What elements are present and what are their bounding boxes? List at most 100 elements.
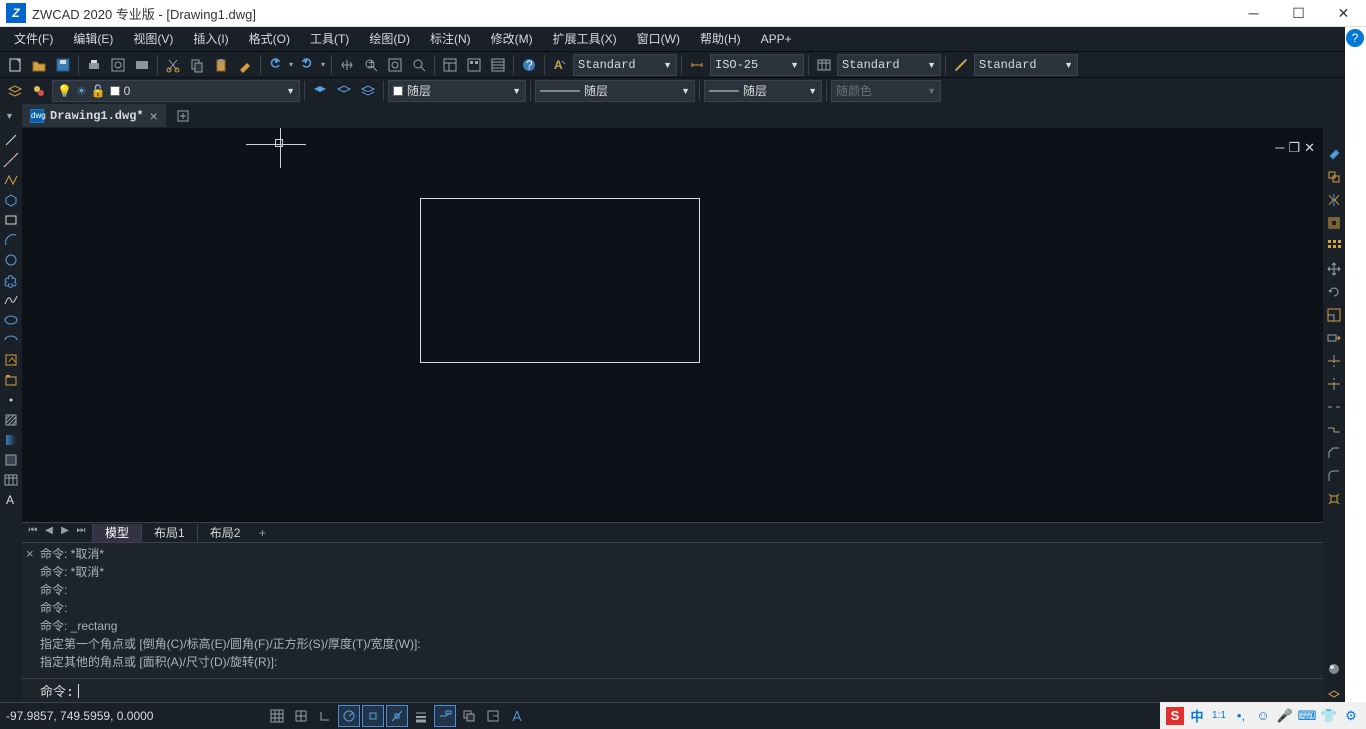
dyn-button[interactable] bbox=[434, 705, 456, 727]
ellipse-button[interactable] bbox=[0, 310, 22, 330]
pin-icon[interactable]: ▼ bbox=[5, 111, 14, 121]
fillet-button[interactable] bbox=[1323, 466, 1345, 486]
revcloud-button[interactable] bbox=[0, 270, 22, 290]
redo-button[interactable]: ▾ bbox=[297, 54, 327, 76]
mlstyle-button[interactable] bbox=[950, 54, 972, 76]
mic-icon[interactable]: 🎤 bbox=[1276, 707, 1294, 725]
model-button[interactable] bbox=[482, 705, 504, 727]
add-layout-button[interactable]: + bbox=[252, 526, 272, 540]
extend-button[interactable] bbox=[1323, 374, 1345, 394]
cycle-button[interactable] bbox=[458, 705, 480, 727]
tool-palette-button[interactable] bbox=[487, 54, 509, 76]
menu-format[interactable]: 格式(O) bbox=[239, 28, 300, 50]
menu-dim[interactable]: 标注(N) bbox=[420, 28, 481, 50]
tab-layout2[interactable]: 布局2 bbox=[197, 524, 253, 542]
circle-button[interactable] bbox=[0, 250, 22, 270]
trim-button[interactable] bbox=[1323, 351, 1345, 371]
mirror-button[interactable] bbox=[1323, 190, 1345, 210]
pan-button[interactable] bbox=[336, 54, 358, 76]
coordinates[interactable]: -97.9857, 749.5959, 0.0000 bbox=[6, 709, 266, 723]
grid-button[interactable] bbox=[290, 705, 312, 727]
copy-obj-button[interactable] bbox=[1323, 167, 1345, 187]
offset-button[interactable] bbox=[1323, 213, 1345, 233]
table-button[interactable] bbox=[0, 470, 22, 490]
doc-restore-button[interactable]: ❐ bbox=[1288, 140, 1300, 156]
textstyle-dropdown[interactable]: Standard▼ bbox=[573, 54, 677, 76]
menu-insert[interactable]: 插入(I) bbox=[183, 28, 238, 50]
maximize-button[interactable]: ☐ bbox=[1276, 0, 1321, 26]
menu-modify[interactable]: 修改(M) bbox=[481, 28, 543, 50]
pline-button[interactable] bbox=[0, 170, 22, 190]
menu-ext[interactable]: 扩展工具(X) bbox=[543, 28, 627, 50]
menu-tools[interactable]: 工具(T) bbox=[300, 28, 359, 50]
drawing-canvas[interactable]: ─ ❐ ✕ bbox=[22, 128, 1323, 522]
rectangle-entity[interactable] bbox=[420, 198, 700, 363]
break-button[interactable] bbox=[1323, 397, 1345, 417]
minimize-button[interactable]: ─ bbox=[1231, 0, 1276, 26]
lineweight-dropdown[interactable]: 随层▼ bbox=[704, 80, 822, 102]
layer-walk-button[interactable] bbox=[357, 80, 379, 102]
plotstyle-dropdown[interactable]: 随颜色▼ bbox=[831, 80, 941, 102]
emoji-icon[interactable]: ☺ bbox=[1254, 707, 1272, 725]
keyboard-icon[interactable]: ⌨ bbox=[1298, 707, 1316, 725]
annotation-button[interactable] bbox=[506, 705, 528, 727]
undo-button[interactable]: ▾ bbox=[265, 54, 295, 76]
command-history[interactable]: × 命令: *取消* 命令: *取消* 命令: 命令: 命令: _rectang… bbox=[22, 543, 1323, 678]
point-button[interactable] bbox=[0, 390, 22, 410]
render-button[interactable] bbox=[1323, 659, 1345, 679]
design-center-button[interactable] bbox=[463, 54, 485, 76]
drawing-tab[interactable]: dwg Drawing1.dwg* × bbox=[22, 104, 166, 127]
visual-style-button[interactable] bbox=[1323, 682, 1345, 702]
line-button[interactable] bbox=[0, 130, 22, 150]
doc-minimize-button[interactable]: ─ bbox=[1275, 140, 1284, 156]
layout-prev-button[interactable]: ◀ bbox=[42, 525, 56, 541]
new-button[interactable] bbox=[4, 54, 26, 76]
polar-button[interactable] bbox=[338, 705, 360, 727]
close-button[interactable]: ✕ bbox=[1321, 0, 1366, 26]
layer-manager-button[interactable] bbox=[4, 80, 26, 102]
array-button[interactable] bbox=[1323, 236, 1345, 256]
match-button[interactable] bbox=[234, 54, 256, 76]
doc-close-button[interactable]: ✕ bbox=[1304, 140, 1315, 156]
layer-states-button[interactable] bbox=[28, 80, 50, 102]
polygon-button[interactable] bbox=[0, 190, 22, 210]
color-dropdown[interactable]: 随层▼ bbox=[388, 80, 526, 102]
menu-draw[interactable]: 绘图(D) bbox=[359, 28, 420, 50]
menu-app[interactable]: APP+ bbox=[751, 28, 802, 50]
spline-button[interactable] bbox=[0, 290, 22, 310]
ime-icon[interactable]: S bbox=[1166, 707, 1184, 725]
tablestyle-dropdown[interactable]: Standard▼ bbox=[837, 54, 941, 76]
snap-button[interactable] bbox=[266, 705, 288, 727]
new-drawing-button[interactable] bbox=[172, 105, 194, 127]
settings-icon[interactable]: ⚙ bbox=[1342, 707, 1360, 725]
print-button[interactable] bbox=[83, 54, 105, 76]
zoom-rt-button[interactable]: ± bbox=[360, 54, 382, 76]
tablestyle-button[interactable] bbox=[813, 54, 835, 76]
linetype-dropdown[interactable]: 随层▼ bbox=[535, 80, 695, 102]
block-button[interactable] bbox=[0, 370, 22, 390]
insert-button[interactable] bbox=[0, 350, 22, 370]
skin-icon[interactable]: 👕 bbox=[1320, 707, 1338, 725]
zoom-win-button[interactable] bbox=[384, 54, 406, 76]
open-button[interactable] bbox=[28, 54, 50, 76]
rectangle-button[interactable] bbox=[0, 210, 22, 230]
publish-button[interactable] bbox=[131, 54, 153, 76]
hatch-button[interactable] bbox=[0, 410, 22, 430]
ime-lang[interactable]: 中 bbox=[1188, 707, 1206, 725]
zoom-prev-button[interactable] bbox=[408, 54, 430, 76]
lwt-button[interactable] bbox=[410, 705, 432, 727]
arc-button[interactable] bbox=[0, 230, 22, 250]
ratio-icon[interactable]: 1:1 bbox=[1210, 707, 1228, 725]
help-button[interactable]: ? bbox=[518, 54, 540, 76]
menu-help[interactable]: 帮助(H) bbox=[690, 28, 751, 50]
menu-view[interactable]: 视图(V) bbox=[123, 28, 183, 50]
properties-button[interactable] bbox=[439, 54, 461, 76]
dimstyle-dropdown[interactable]: ISO-25▼ bbox=[710, 54, 804, 76]
xline-button[interactable] bbox=[0, 150, 22, 170]
ortho-button[interactable] bbox=[314, 705, 336, 727]
layout-next-button[interactable]: ▶ bbox=[58, 525, 72, 541]
layout-last-button[interactable]: ⏭ bbox=[74, 525, 88, 541]
command-input[interactable] bbox=[78, 684, 1317, 698]
osnap-button[interactable] bbox=[362, 705, 384, 727]
scale-button[interactable] bbox=[1323, 305, 1345, 325]
